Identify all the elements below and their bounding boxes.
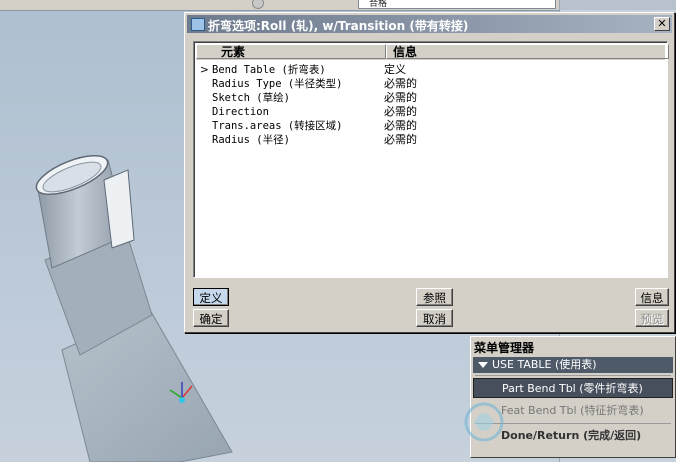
element-row[interactable]: Sketch (草绘) 必需的 bbox=[196, 91, 665, 105]
info-button[interactable]: 信息 bbox=[635, 288, 669, 306]
background-field-text: 合格 bbox=[369, 0, 388, 9]
element-name: Bend Table (折弯表) bbox=[212, 64, 326, 76]
element-name: Radius (半径) bbox=[212, 134, 290, 146]
dialog-title: 折弯选项:Roll (轧), w/Transition (带有转接) bbox=[208, 19, 469, 33]
element-row[interactable]: Radius (半径) 必需的 bbox=[196, 133, 665, 147]
dialog-titlebar[interactable]: 折弯选项:Roll (轧), w/Transition (带有转接) ✕ bbox=[187, 15, 672, 33]
element-row[interactable]: Radius Type (半径类型) 必需的 bbox=[196, 77, 665, 91]
element-name: Direction bbox=[212, 106, 269, 118]
element-info: 必需的 bbox=[384, 133, 417, 146]
element-name: Sketch (草绘) bbox=[212, 92, 290, 104]
element-info: 必需的 bbox=[384, 91, 417, 104]
menu-manager-title: 菜单管理器 bbox=[474, 341, 535, 355]
element-row[interactable]: Direction 必需的 bbox=[196, 105, 665, 119]
list-header: 元素 信息 bbox=[196, 44, 669, 60]
background-status-field: 合格 bbox=[358, 0, 556, 9]
element-row[interactable]: Trans.areas (转接区域) 必需的 bbox=[196, 119, 665, 133]
element-row[interactable]: > Bend Table (折弯表) 定义 bbox=[196, 63, 665, 77]
column-header-element[interactable]: 元素 bbox=[196, 44, 386, 59]
element-name: Trans.areas (转接区域) bbox=[212, 120, 343, 132]
menu-section-label: USE TABLE (使用表) bbox=[492, 358, 597, 371]
define-button[interactable]: 定义 bbox=[193, 288, 229, 306]
element-info: 必需的 bbox=[384, 105, 417, 118]
element-info: 必需的 bbox=[384, 77, 417, 90]
element-info: 必需的 bbox=[384, 119, 417, 132]
side-panel-header bbox=[560, 0, 676, 10]
element-rows: > Bend Table (折弯表) 定义 Radius Type (半径类型)… bbox=[196, 63, 665, 147]
ok-button[interactable]: 确定 bbox=[193, 309, 229, 327]
window-icon bbox=[191, 18, 205, 31]
element-info: 定义 bbox=[384, 63, 406, 76]
element-list[interactable]: 元素 信息 > Bend Table (折弯表) 定义 Radius Type … bbox=[193, 41, 669, 278]
watermark-logo-icon bbox=[464, 402, 504, 442]
menu-section-use-table[interactable]: USE TABLE (使用表) bbox=[473, 357, 673, 373]
bend-options-dialog: 折弯选项:Roll (轧), w/Transition (带有转接) ✕ 元素 … bbox=[184, 12, 675, 333]
element-name: Radius Type (半径类型) bbox=[212, 78, 343, 90]
triangle-down-icon bbox=[478, 362, 488, 368]
preview-button[interactable]: 预览 bbox=[635, 309, 669, 327]
close-icon[interactable]: ✕ bbox=[654, 17, 670, 31]
reference-button[interactable]: 参照 bbox=[416, 288, 453, 306]
cancel-button[interactable]: 取消 bbox=[416, 309, 453, 327]
current-element-marker: > bbox=[200, 64, 209, 76]
menu-divider bbox=[475, 375, 671, 376]
column-header-info[interactable]: 信息 bbox=[386, 44, 669, 59]
